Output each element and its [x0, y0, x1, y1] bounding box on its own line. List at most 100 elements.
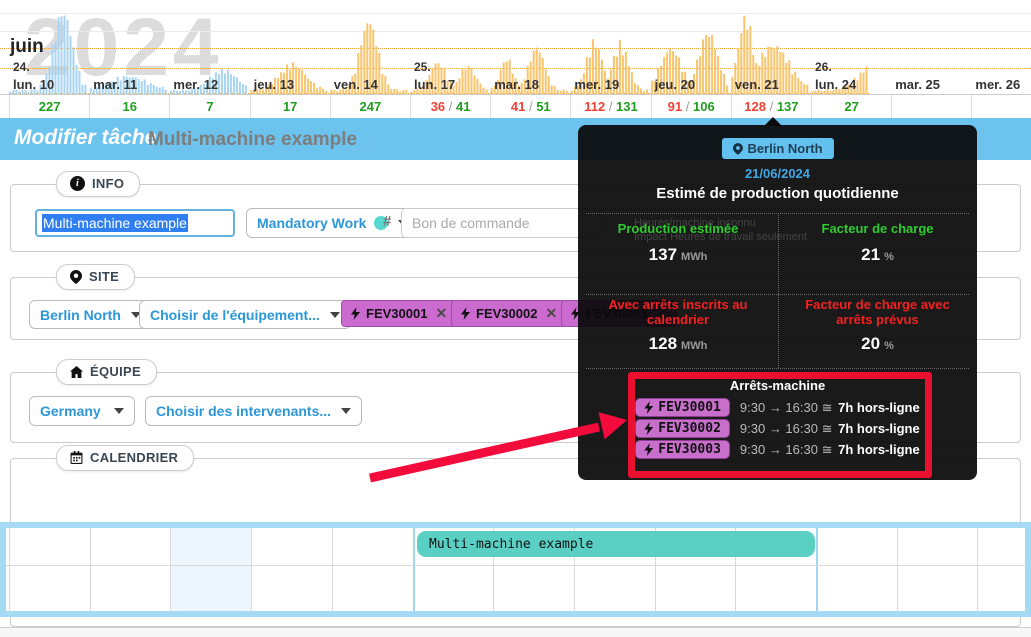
- daily-total-cell: 7: [169, 95, 249, 118]
- equipment-tag[interactable]: FEV30002 ✕: [451, 300, 567, 327]
- bottom-strip: [0, 627, 1031, 637]
- day-label: ven. 14: [334, 77, 378, 92]
- tooltip-title: Estimé de production quotidienne: [578, 185, 977, 202]
- metric-unit: MWh: [681, 251, 707, 263]
- equipment-tag[interactable]: FEV30001 ✕: [341, 300, 457, 327]
- tooltip-metric-cell: Facteur de charge 21%: [778, 221, 977, 265]
- info-icon: i: [70, 176, 85, 191]
- day-label: mar. 18: [494, 77, 539, 92]
- day-label: ven. 21: [735, 77, 779, 92]
- metric-value: 128: [649, 334, 677, 353]
- chevron-down-icon: [330, 312, 340, 318]
- people-placeholder: Choisir des intervenants...: [156, 403, 331, 419]
- day-label: mer. 26: [975, 77, 1020, 92]
- day-label: lun. 10: [13, 77, 54, 92]
- calendar-column-line: [977, 528, 978, 611]
- tooltip-date: 21/06/2024: [578, 166, 977, 181]
- day-label: lun. 24: [815, 77, 856, 92]
- tooltip-divider: [586, 368, 969, 369]
- day-label: mer. 12: [173, 77, 218, 92]
- tooltip-site-badge[interactable]: Berlin North: [721, 138, 833, 159]
- metric-value: 137: [649, 245, 677, 264]
- tag-label: FEV30002: [476, 306, 537, 321]
- tab-info: i INFO: [56, 171, 140, 197]
- daily-total-cell: 16: [89, 95, 169, 118]
- lightning-icon: [351, 307, 360, 320]
- tab-label: ÉQUIPE: [90, 364, 141, 379]
- calendar-column-line: [9, 528, 10, 611]
- metric-label: Facteur de charge avec arrêts prévus: [792, 297, 963, 327]
- daily-total-cell: 17: [250, 95, 330, 118]
- metric-value: 20: [861, 334, 880, 353]
- calendar-column-line: [332, 528, 333, 611]
- tooltip-metric-cell: Avec arrêts inscrits au calendrier 128 MWh: [578, 297, 778, 354]
- day-label: mar. 11: [93, 77, 137, 92]
- remove-tag-icon[interactable]: ✕: [545, 305, 557, 322]
- chevron-down-icon: [114, 408, 124, 414]
- calendar-column-line: [90, 528, 91, 611]
- day-label: mar. 25: [895, 77, 940, 92]
- metric-unit: MWh: [681, 340, 707, 352]
- hash-label: #: [383, 213, 391, 230]
- tab-label: CALENDRIER: [90, 450, 178, 465]
- metric-label: Facteur de charge: [792, 221, 963, 236]
- home-icon: [70, 366, 83, 378]
- task-name-subtitle: Multi-machine example: [148, 129, 357, 151]
- calendar-column-line: [413, 528, 415, 611]
- daily-total-cell: 41 / 51: [490, 95, 570, 118]
- location-pin-icon: [70, 270, 82, 284]
- metric-label: Avec arrêts inscrits au calendrier: [592, 297, 764, 327]
- calendar-grid[interactable]: Multi-machine example: [0, 522, 1031, 617]
- daily-totals-row: 2271671724736 / 4141 / 51112 / 13191 / 1…: [0, 95, 1031, 118]
- calendar-row-divider: [6, 565, 1025, 566]
- calendar-column-line: [816, 528, 818, 611]
- calendar-task-bar[interactable]: Multi-machine example: [417, 531, 815, 557]
- metric-unit: %: [884, 251, 894, 263]
- week-number-label: 25.: [414, 60, 431, 74]
- metric-unit: %: [884, 340, 894, 352]
- people-dropdown[interactable]: Choisir des intervenants...: [145, 396, 362, 426]
- daily-total-cell: 91 / 106: [651, 95, 731, 118]
- team-dropdown[interactable]: Germany: [29, 396, 135, 426]
- tooltip-divider: [586, 294, 969, 295]
- calendar-column-line: [897, 528, 898, 611]
- work-type-dropdown[interactable]: Mandatory Work: [246, 208, 419, 238]
- day-label: lun. 17: [414, 77, 455, 92]
- selected-text: Multi-machine example: [42, 214, 188, 232]
- chevron-down-icon: [341, 408, 351, 414]
- tab-equipe: ÉQUIPE: [56, 359, 157, 385]
- page-title: Modifier tâche: [14, 126, 156, 150]
- day-label: jeu. 13: [254, 77, 294, 92]
- tooltip-metric-cell: Production estimée137MWh: [578, 221, 778, 265]
- calendar-column-line: [170, 528, 171, 611]
- purchase-order-input[interactable]: [401, 208, 601, 238]
- tag-label: FEV30001: [366, 306, 427, 321]
- equipment-placeholder: Choisir de l'équipement...: [150, 307, 320, 323]
- site-value: Berlin North: [40, 307, 121, 323]
- production-chart: 2024 juin lun. 10mar. 11mer. 12jeu. 13ve…: [0, 0, 1031, 95]
- daily-total-cell: 227: [9, 95, 89, 118]
- tab-calendrier: CALENDRIER: [56, 445, 194, 471]
- equipment-dropdown[interactable]: Choisir de l'équipement...: [139, 300, 351, 329]
- daily-total-cell: 247: [330, 95, 410, 118]
- calendar-column-line: [251, 528, 252, 611]
- day-label: mer. 19: [574, 77, 619, 92]
- tooltip-metric-cell: Facteur de charge avec arrêts prévus 20%: [778, 297, 977, 354]
- tab-site: SITE: [56, 264, 135, 290]
- task-name-input[interactable]: Multi-machine example: [35, 209, 235, 237]
- daily-total-cell: 27: [811, 95, 891, 118]
- annotation-rectangle: [628, 372, 932, 478]
- daily-total-cell: 36 / 41: [410, 95, 490, 118]
- day-label: jeu. 20: [655, 77, 695, 92]
- site-dropdown[interactable]: Berlin North: [29, 300, 152, 329]
- daily-total-cell: 112 / 131: [570, 95, 650, 118]
- calendar-icon: [70, 451, 83, 464]
- week-number-label: 26.: [815, 60, 832, 74]
- location-pin-icon: [732, 143, 742, 155]
- daily-total-cell: [891, 95, 971, 118]
- work-type-value: Mandatory Work: [257, 215, 366, 231]
- task-bar-label: Multi-machine example: [429, 537, 593, 552]
- tab-label: SITE: [89, 269, 119, 284]
- metric-value: 21: [861, 245, 880, 264]
- remove-tag-icon[interactable]: ✕: [435, 305, 447, 322]
